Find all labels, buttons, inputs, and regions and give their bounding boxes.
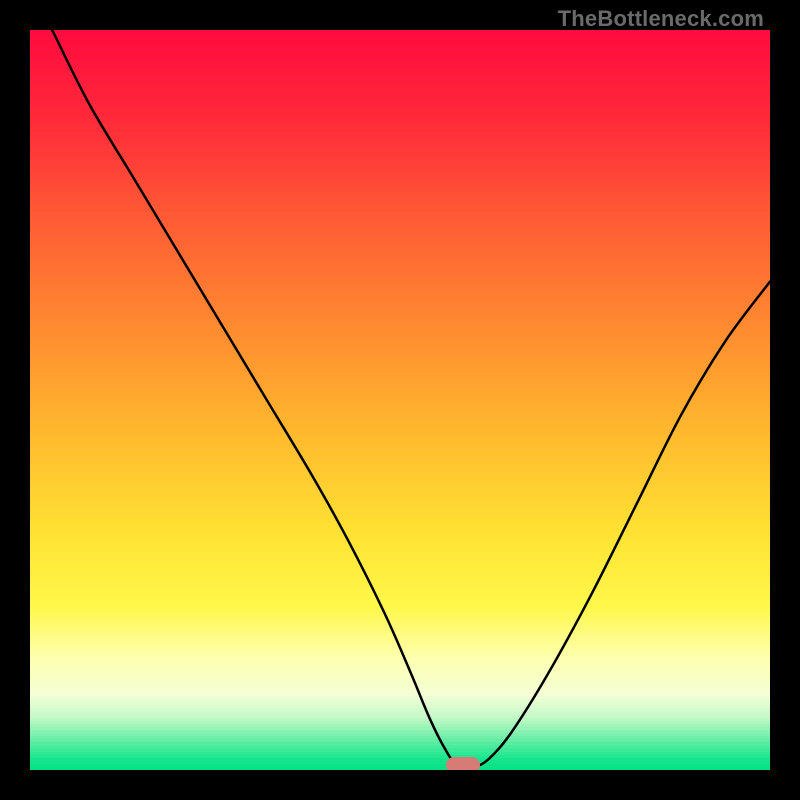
chart-frame: TheBottleneck.com (0, 0, 800, 800)
optimal-marker (446, 757, 480, 770)
bottleneck-curve (52, 30, 770, 766)
plot-area (30, 30, 770, 770)
watermark-text: TheBottleneck.com (558, 6, 764, 32)
curve-layer (30, 30, 770, 770)
